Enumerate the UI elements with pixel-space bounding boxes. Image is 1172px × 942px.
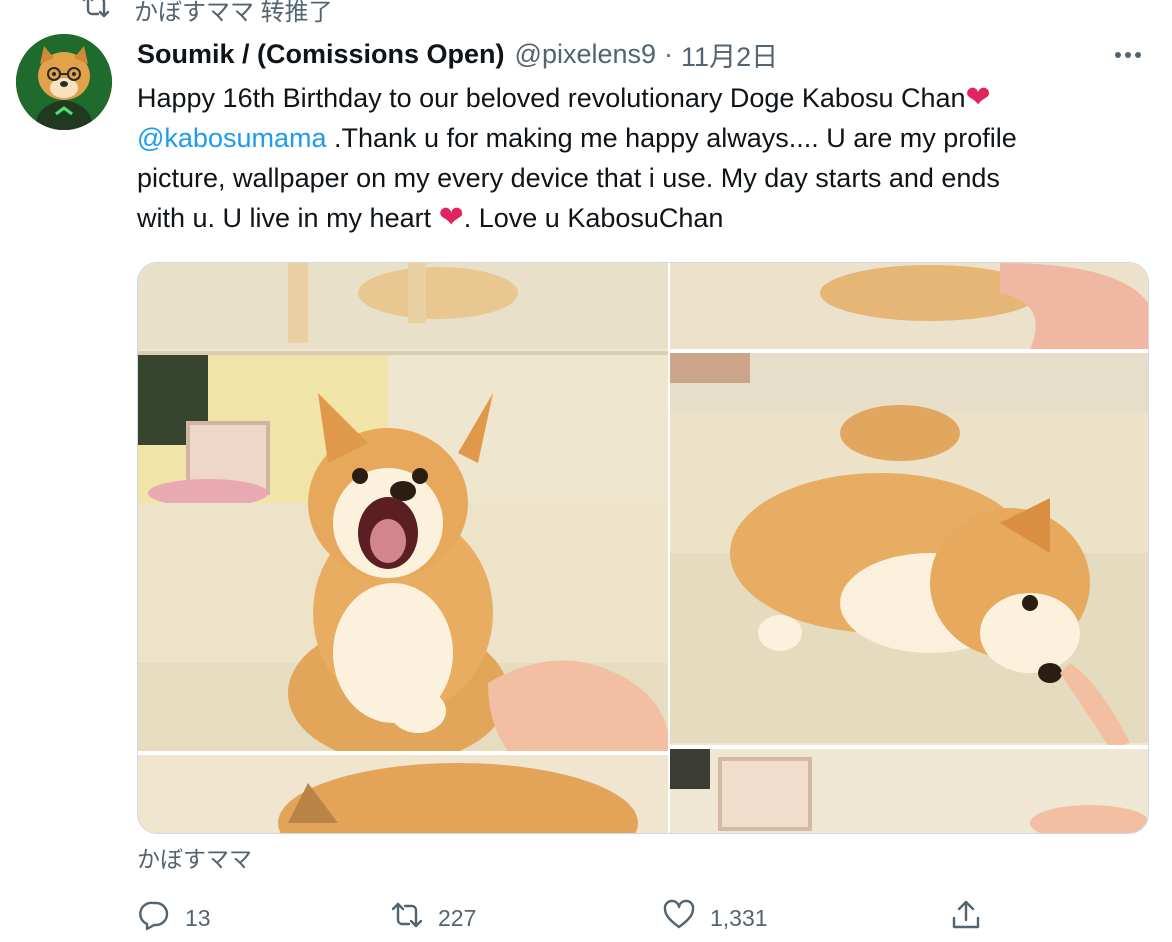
share-icon [949, 898, 983, 938]
tweet-text-line-1: Happy 16th Birthday to our beloved revol… [137, 78, 1127, 118]
heart-emoji-icon: ❤ [965, 81, 991, 114]
retweet-count: 227 [438, 904, 477, 931]
like-button[interactable]: 1,331 [662, 895, 768, 941]
author-avatar[interactable] [16, 34, 112, 130]
retweet-context[interactable]: かぼすママ 转推了 [80, 0, 333, 26]
tweet-text-segment: with u. U live in my heart [137, 203, 439, 233]
reply-button[interactable]: 13 [137, 895, 211, 941]
heart-icon [662, 898, 696, 938]
author-handle[interactable]: @pixelens9 [515, 39, 657, 70]
retweet-action-icon [390, 898, 424, 938]
tweet-text-line-4: with u. U live in my heart ❤. Love u Kab… [137, 198, 1127, 238]
like-count: 1,331 [710, 904, 768, 931]
tweet-text-line-2: @kabosumama .Thank u for making me happy… [137, 118, 1127, 158]
heart-emoji-icon: ❤ [438, 201, 464, 234]
media-photo-right[interactable] [670, 263, 1148, 833]
tweet-timestamp[interactable]: 11月2日 [681, 35, 778, 74]
retweet-icon [80, 0, 112, 27]
media-photo-left[interactable] [138, 263, 668, 833]
retweet-button[interactable]: 227 [390, 895, 476, 941]
reply-count: 13 [185, 904, 211, 931]
media-grid[interactable] [137, 262, 1149, 834]
tweet-text-segment: Happy 16th Birthday to our beloved revol… [137, 83, 966, 113]
media-source-label[interactable]: かぼすママ [137, 840, 252, 874]
retweet-context-text: かぼすママ 转推了 [134, 0, 333, 26]
more-options-icon[interactable] [1110, 40, 1146, 70]
separator-dot: · [664, 38, 674, 69]
tweet-text-segment: .Thank u for making me happy always.... … [326, 123, 1017, 153]
share-button[interactable] [949, 895, 983, 941]
tweet-text: Happy 16th Birthday to our beloved revol… [137, 78, 1127, 238]
tweet-header: Soumik / (Comissions Open) @pixelens9 · … [137, 34, 778, 74]
author-name[interactable]: Soumik / (Comissions Open) [137, 39, 505, 70]
tweet-text-segment: . Love u KabosuChan [463, 203, 724, 233]
reply-icon [137, 898, 171, 938]
tweet-actions: 13 227 1,331 [137, 895, 997, 941]
mention-link[interactable]: @kabosumama [137, 123, 327, 153]
tweet-text-line-3: picture, wallpaper on my every device th… [137, 163, 1000, 193]
